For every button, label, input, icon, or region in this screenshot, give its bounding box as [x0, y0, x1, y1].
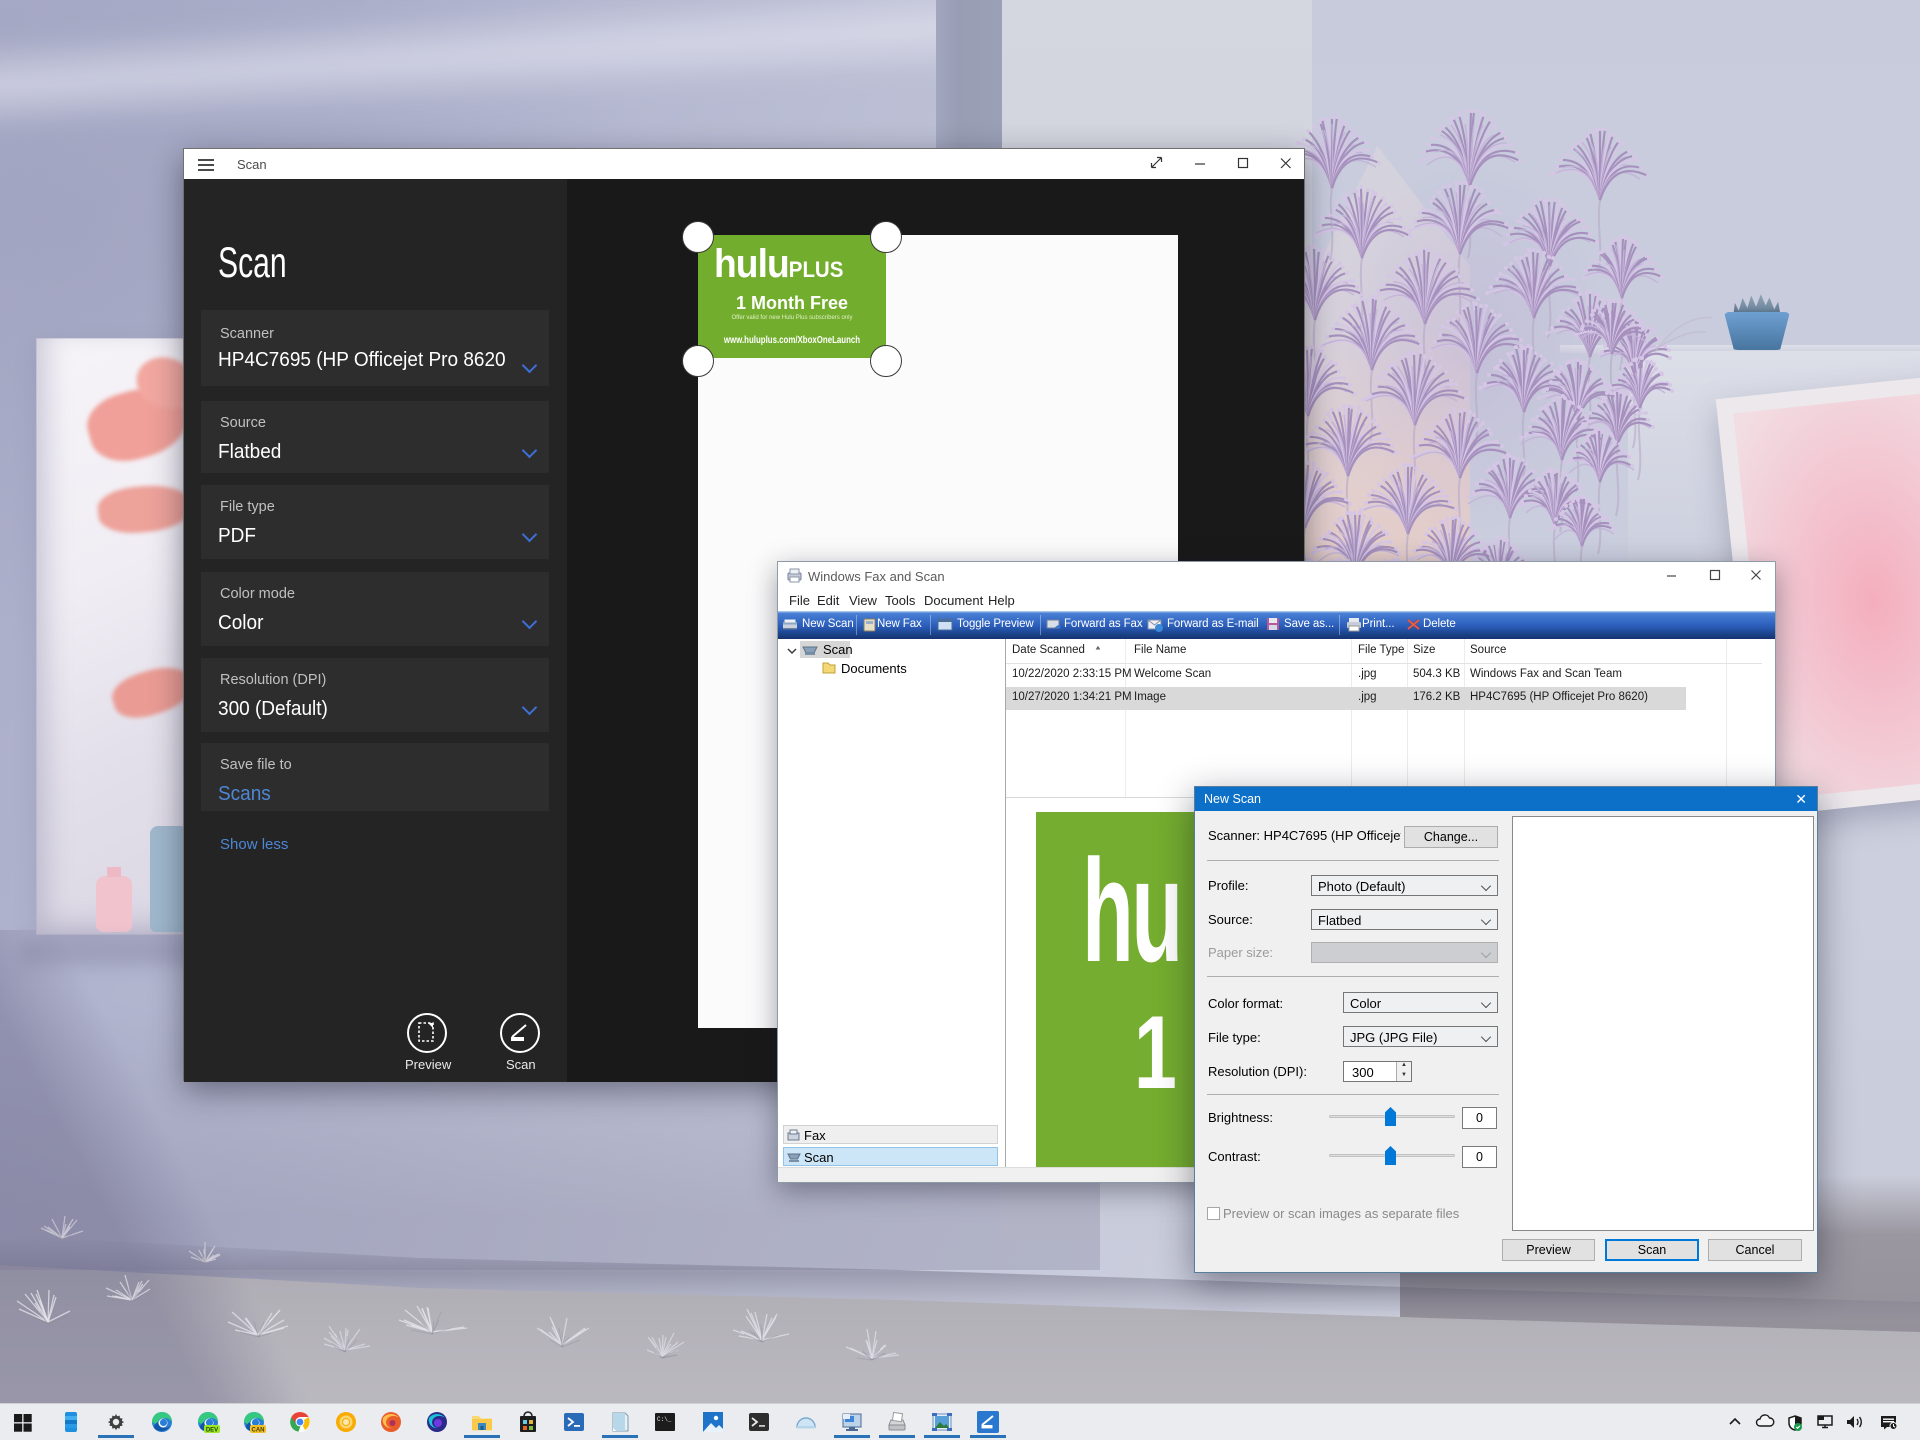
svg-text:CAN: CAN: [252, 1428, 265, 1434]
svg-text:C:\_: C:\_: [657, 1416, 672, 1423]
svg-text:DEV: DEV: [206, 1428, 218, 1434]
